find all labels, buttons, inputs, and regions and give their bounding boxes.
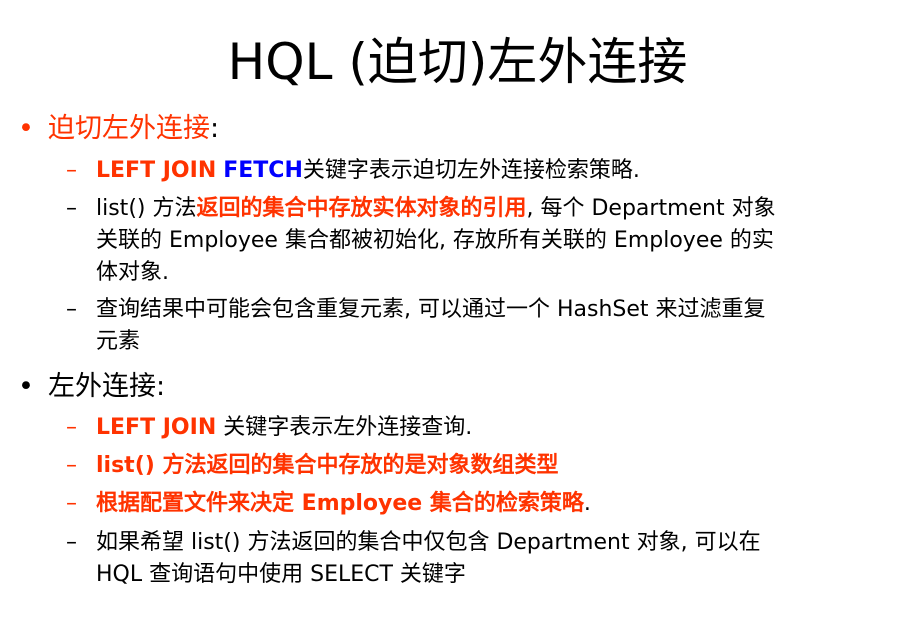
keyword-fetch: FETCH: [223, 158, 303, 183]
item-text-line2: HQL 查询语句中使用 SELECT 关键字: [96, 562, 466, 587]
dash: –: [66, 415, 77, 440]
sub-bullet-select-keyword: – 如果希望 list() 方法返回的集合中仅包含 Department 对象, …: [66, 527, 896, 591]
highlight-text: 返回的集合中存放实体对象的引用: [196, 196, 527, 221]
item-text: , 每个 Department 对象: [526, 196, 776, 221]
dash: –: [66, 453, 77, 478]
dash: –: [66, 297, 77, 322]
dash: –: [66, 158, 77, 183]
bullet-fetch-join: • 迫切左外连接:: [18, 112, 219, 146]
slide-title: HQL (迫切)左外连接: [227, 33, 688, 91]
sub-bullet-left-join-fetch: – LEFT JOIN FETCH关键字表示迫切左外连接检索策略.: [66, 155, 896, 187]
item-text-highlight: 根据配置文件来决定 Employee 集合的检索策略: [96, 491, 584, 516]
item-text: list() 方法: [96, 196, 197, 221]
keyword-left-join: LEFT JOIN: [96, 415, 217, 440]
item-text: 如果希望 list() 方法返回的集合中仅包含 Department 对象, 可…: [96, 530, 761, 555]
dash: –: [66, 491, 77, 516]
item-text-line3: 体对象.: [96, 260, 169, 285]
item-text-line2: 关联的 Employee 集合都被初始化, 存放所有关联的 Employee 的…: [96, 228, 774, 253]
item-text-highlight: list() 方法返回的集合中存放的是对象数组类型: [96, 453, 559, 478]
bullet-dot: •: [18, 113, 34, 144]
bullet-dot: •: [18, 371, 34, 402]
section-heading-fetch-join: 迫切左外连接: [48, 113, 210, 144]
sub-bullet-list-method: – list() 方法返回的集合中存放实体对象的引用, 每个 Department…: [66, 193, 896, 289]
bullet-left-join: • 左外连接:: [18, 370, 165, 404]
sub-bullet-left-join-keyword: – LEFT JOIN 关键字表示左外连接查询.: [66, 412, 896, 444]
item-text: 查询结果中可能会包含重复元素, 可以通过一个 HashSet 来过滤重复: [96, 297, 766, 322]
item-text: 关键字表示左外连接查询.: [223, 415, 473, 440]
heading-colon: :: [210, 113, 220, 144]
sub-bullet-object-array: – list() 方法返回的集合中存放的是对象数组类型: [66, 450, 896, 482]
keyword-left-join: LEFT JOIN: [96, 158, 217, 183]
dash: –: [66, 196, 77, 221]
item-text-line2: 元素: [96, 329, 141, 354]
item-text-tail: .: [583, 491, 591, 516]
dash: –: [66, 530, 77, 555]
item-text: 关键字表示迫切左外连接检索策略.: [302, 158, 640, 183]
sub-bullet-config-strategy: – 根据配置文件来决定 Employee 集合的检索策略.: [66, 488, 896, 520]
section-heading-left-join: 左外连接:: [48, 371, 166, 402]
sub-bullet-duplicates: – 查询结果中可能会包含重复元素, 可以通过一个 HashSet 来过滤重复 元素: [66, 294, 896, 358]
